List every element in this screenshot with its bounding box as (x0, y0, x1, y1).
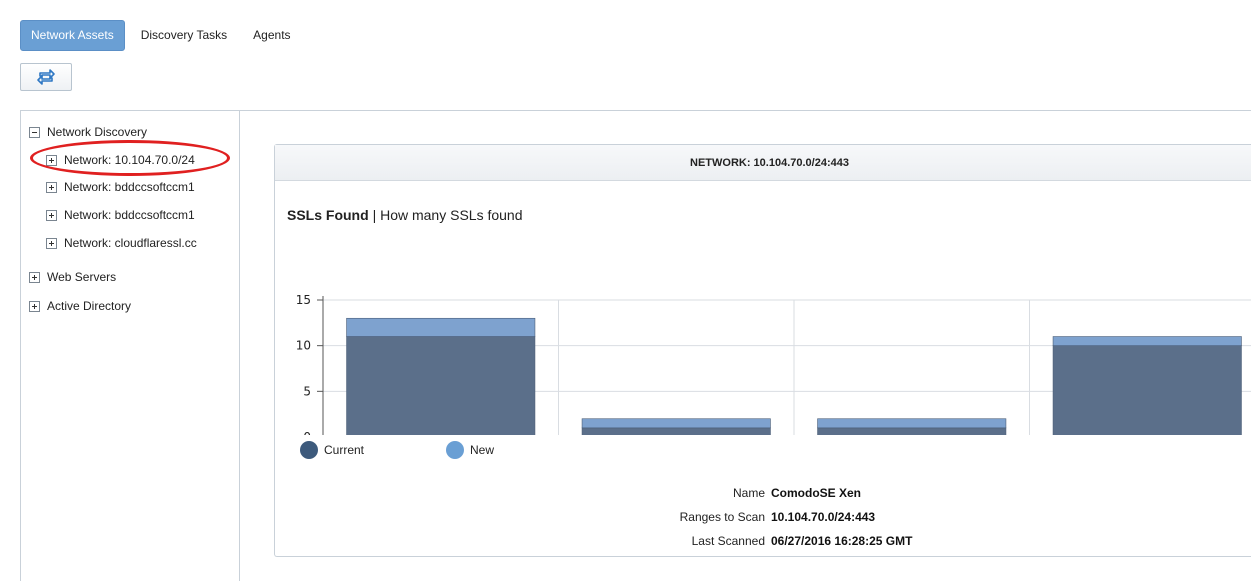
expand-icon[interactable] (46, 154, 57, 166)
top-tabs: Network Assets Discovery Tasks Agents (20, 20, 307, 51)
tree-node-network-1[interactable]: Network: 10.104.70.0/24 (46, 151, 224, 169)
chart-title-subtitle: | How many SSLs found (372, 207, 523, 223)
chart-title: SSLs Found | How many SSLs found (287, 207, 523, 223)
chart-legend: Current New (300, 441, 576, 459)
tab-discovery-tasks[interactable]: Discovery Tasks (131, 20, 237, 51)
ssl-bar-chart: 051015TotalCCMNot CCMSelfsigned (296, 293, 1251, 435)
tree-node-label: Active Directory (47, 299, 132, 313)
tree-node-label: Web Servers (47, 270, 117, 284)
refresh-button[interactable] (20, 63, 72, 91)
tree-node-label: Network: bddccsoftccm1 (64, 208, 195, 222)
main-frame: Network Discovery Network: 10.104.70.0/2… (20, 110, 1251, 581)
tree-node-network-discovery[interactable]: Network Discovery (29, 123, 147, 141)
y-tick-label: 15 (296, 293, 311, 307)
bar-new (346, 317, 536, 337)
tree-node-label: Network: cloudflaressl.cc (64, 236, 197, 250)
y-tick-label: 5 (303, 384, 311, 398)
tree-node-label: Network: 10.104.70.0/24 (64, 153, 195, 167)
network-info: Name ComodoSE Xen Ranges to Scan 10.104.… (575, 481, 975, 553)
legend-dot-current (300, 441, 318, 459)
legend-label: New (470, 443, 495, 457)
network-detail-card: NETWORK: 10.104.70.0/24:443 SSLs Found |… (274, 144, 1251, 557)
bar-current (581, 427, 771, 435)
info-row-last-scanned: Last Scanned 06/27/2016 16:28:25 GMT (575, 529, 975, 553)
bar-new (581, 418, 771, 429)
y-tick-label: 0 (303, 430, 311, 435)
refresh-icon (37, 69, 55, 85)
info-label: Last Scanned (691, 534, 765, 548)
tree-node-web-servers[interactable]: Web Servers (29, 268, 116, 286)
bar-new (1052, 336, 1242, 346)
tree-node-network-3[interactable]: Network: bddccsoftccm1 (46, 206, 218, 224)
legend-item-current[interactable]: Current (300, 441, 364, 459)
y-tick-label: 10 (296, 339, 311, 353)
bar-current (1052, 345, 1242, 435)
info-value: 06/27/2016 16:28:25 GMT (771, 534, 913, 548)
info-value: 10.104.70.0/24:443 (771, 510, 876, 524)
expand-icon[interactable] (46, 181, 57, 193)
info-row-ranges: Ranges to Scan 10.104.70.0/24:443 (575, 505, 975, 529)
tab-network-assets[interactable]: Network Assets (20, 20, 125, 51)
bar-current (346, 336, 536, 435)
collapse-icon[interactable] (29, 126, 40, 138)
tree-node-network-2[interactable]: Network: bddccsoftccm1 (46, 178, 218, 196)
expand-icon[interactable] (29, 271, 40, 283)
expand-icon[interactable] (46, 209, 57, 221)
legend-label: Current (324, 443, 365, 457)
legend-item-new[interactable]: New (446, 441, 494, 459)
tab-agents[interactable]: Agents (243, 20, 300, 51)
card-header: NETWORK: 10.104.70.0/24:443 (275, 145, 1251, 181)
info-label: Name (732, 486, 765, 500)
info-value: ComodoSE Xen (771, 486, 862, 500)
sidebar-tree: Network Discovery Network: 10.104.70.0/2… (21, 111, 240, 581)
legend-dot-new (446, 441, 465, 459)
bar-current (817, 427, 1007, 435)
expand-icon[interactable] (29, 300, 40, 312)
expand-icon[interactable] (46, 237, 57, 249)
bar-new (817, 418, 1007, 429)
info-row-name: Name ComodoSE Xen (575, 481, 975, 505)
page: Network Assets Discovery Tasks Agents Ne… (0, 0, 1251, 581)
tree-node-network-4[interactable]: Network: cloudflaressl.cc (46, 234, 218, 252)
tree-node-active-directory[interactable]: Active Directory (29, 297, 131, 315)
chart-title-bold: SSLs Found (287, 207, 369, 223)
info-label: Ranges to Scan (679, 510, 765, 524)
tree-node-label: Network: bddccsoftccm1 (64, 180, 195, 194)
tree-node-label: Network Discovery (47, 125, 148, 139)
